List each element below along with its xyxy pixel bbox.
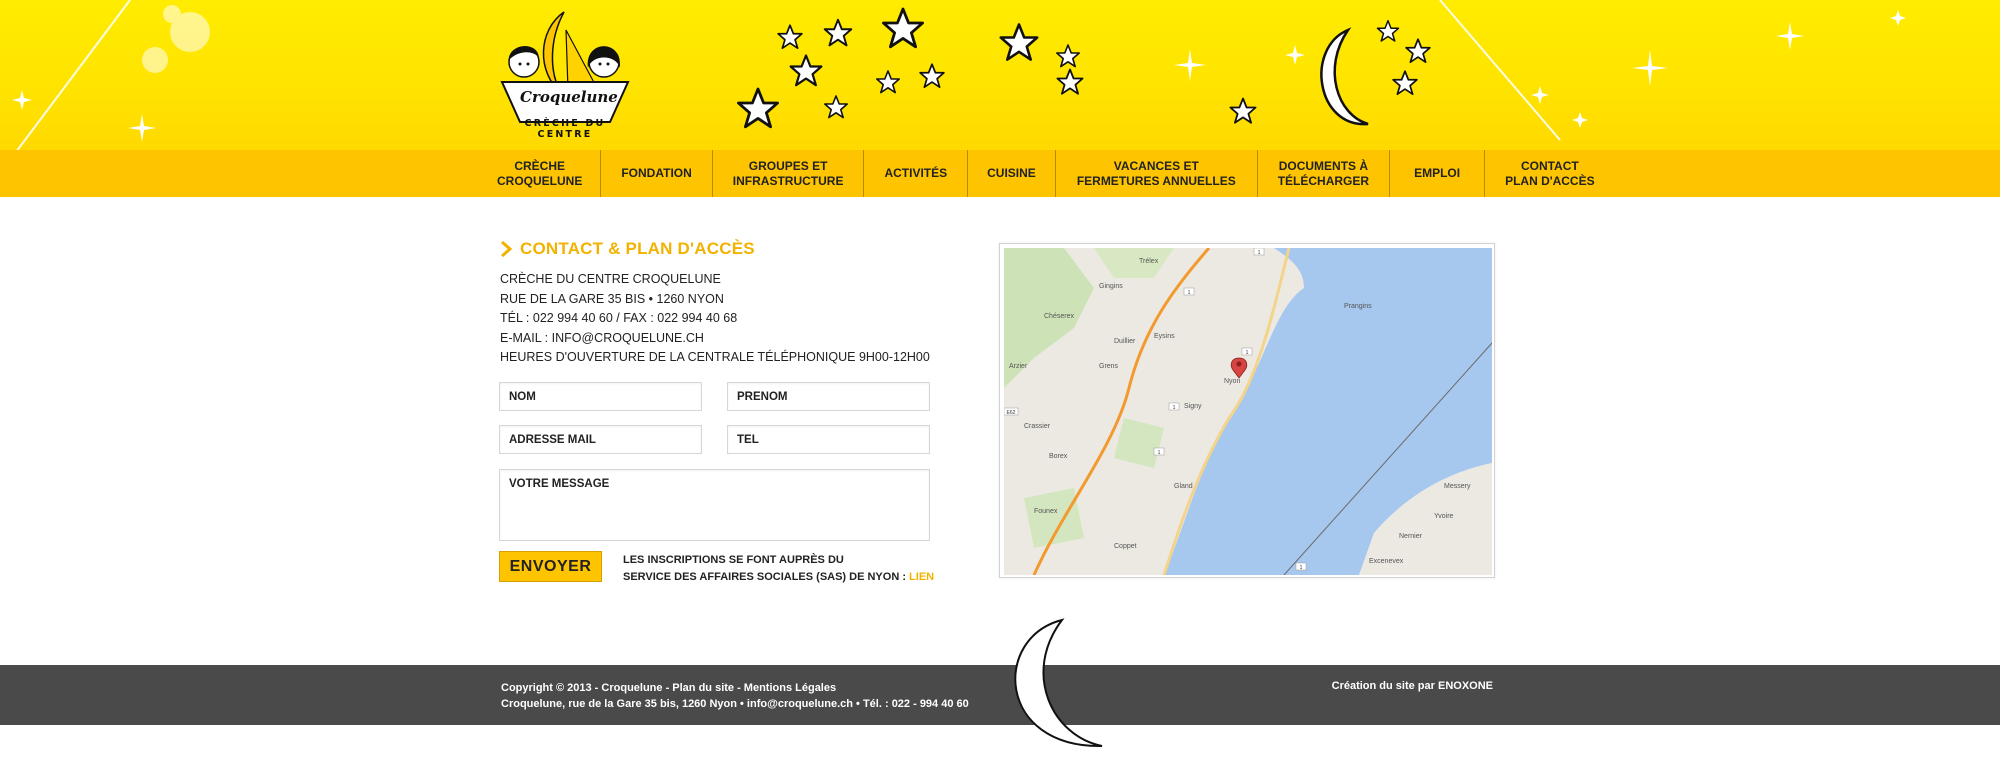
map-label-place: Borex [1049,453,1068,460]
map-label-place: Trélex [1139,258,1159,265]
road-label: 1 [1258,250,1261,256]
contact-address: CRÈCHE DU CENTRE CROQUELUNE RUE DE LA GA… [500,270,930,368]
map-label-place: Yvoire [1434,513,1454,520]
address-line: HEURES D'OUVERTURE DE LA CENTRALE TÉLÉPH… [500,350,930,364]
map-label-place: Excenevex [1369,558,1404,565]
map-label-place: Nernier [1399,533,1423,540]
nav-item-groupes[interactable]: GROUPES ET INFRASTRUCTURE [713,150,865,197]
chevron-right-icon [501,241,513,257]
road-label: 1 [1300,565,1303,571]
map-label-place: Grens [1099,363,1119,370]
tel-field-wrapper [727,425,930,454]
map-label-place: Eysins [1154,333,1175,340]
nav-item-activites[interactable]: ACTIVITÉS [864,150,969,197]
nav-item-label: DOCUMENTS À TÉLÉCHARGER [1277,158,1370,188]
road-label: 1 [1158,450,1161,456]
email-field-wrapper [499,425,702,454]
main-navigation: CRÈCHE CROQUELUNE FONDATION GROUPES ET I… [0,150,2000,197]
nav-item-cuisine[interactable]: CUISINE [968,150,1056,197]
nav-item-emploi[interactable]: EMPLOI [1390,150,1486,197]
nav-item-label: VACANCES ET FERMETURES ANNUELLES [1076,158,1236,188]
nav-item-creche[interactable]: CRÈCHE CROQUELUNE [487,150,602,197]
address-line: E-MAIL : INFO@CROQUELUNE.CH [500,330,704,345]
map-label-place: Coppet [1114,543,1137,550]
address-line: TÉL : 022 994 40 60 / FAX : 022 994 40 6… [500,311,738,325]
nav-item-contact[interactable]: CONTACT PLAN D'ACCÈS [1485,150,1615,197]
page-title: CONTACT & PLAN D'ACCÈS [520,239,755,258]
inscriptions-note: LES INSCRIPTIONS SE FONT AUPRÈS DU SERVI… [623,552,934,585]
footer-address[interactable]: Croquelune, rue de la Gare 35 bis, 1260 … [501,696,969,712]
send-button[interactable]: ENVOYER [499,551,602,582]
road-label: 1 [1246,350,1249,356]
logo-subtitle: CRÈCHE DU CENTRE [524,118,606,140]
inscriptions-line2: SERVICE DES AFFAIRES SOCIALES (SAS) DE N… [623,570,910,583]
nav-item-documents[interactable]: DOCUMENTS À TÉLÉCHARGER [1258,150,1391,197]
address-line: CRÈCHE DU CENTRE CROQUELUNE [500,272,721,286]
nav-item-label: EMPLOI [1414,166,1461,180]
address-line: RUE DE LA GARE 35 BIS • 1260 NYON [500,291,724,306]
nav-item-label: GROUPES ET INFRASTRUCTURE [732,158,844,188]
map-label-place: Founex [1034,508,1058,515]
road-label: 1 [1188,290,1191,296]
nom-input[interactable] [500,383,701,410]
crescent-moon-decoration [1014,618,1103,748]
map-label-place: Chéserex [1044,313,1074,320]
site-footer: Copyright © 2013 - Croquelune - Plan du … [0,665,2000,725]
nav-item-label: CRÈCHE CROQUELUNE [497,158,583,188]
nom-field-wrapper [499,382,702,411]
location-map[interactable]: Nyon Prangins Eysins Signy Duillier Trél… [1004,248,1492,575]
nav-item-label: FONDATION [621,166,692,180]
site-header: Croquelune CRÈCHE DU CENTRE [0,0,2000,150]
nav-item-fondation[interactable]: FONDATION [601,150,713,197]
footer-info: Copyright © 2013 - Croquelune - Plan du … [501,680,969,712]
map-label-place: Signy [1184,403,1202,410]
nav-item-vacances[interactable]: VACANCES ET FERMETURES ANNUELLES [1056,150,1258,197]
nav-item-label: ACTIVITÉS [884,166,948,180]
map-label-place: Messery [1444,483,1471,490]
road-label: E62 [1007,410,1016,416]
nav-item-label: CONTACT PLAN D'ACCÈS [1505,158,1595,188]
road-label: 1 [1173,405,1176,411]
message-textarea[interactable] [500,470,929,540]
footer-credit[interactable]: Création du site par ENOXONE [1332,680,1493,692]
map-label-place: Gingins [1099,283,1123,290]
map-label-place: Arzier [1009,363,1028,370]
map-frame: Nyon Prangins Eysins Signy Duillier Trél… [999,243,1495,578]
nav-item-label: CUISINE [987,166,1036,180]
inscriptions-line1: LES INSCRIPTIONS SE FONT AUPRÈS DU [623,554,844,566]
message-field-wrapper [499,469,930,541]
logo-title: Croquelune [520,88,618,106]
starry-sky-decoration [12,0,1906,150]
prenom-field-wrapper [727,382,930,411]
map-label-place: Duillier [1114,338,1136,345]
prenom-input[interactable] [728,383,929,410]
map-label-place: Gland [1174,483,1193,490]
email-input[interactable] [500,426,701,453]
footer-copyright[interactable]: Copyright © 2013 - Croquelune - Plan du … [501,680,969,696]
page-heading: CONTACT & PLAN D'ACCÈS [500,239,755,259]
sas-link[interactable]: LIEN [909,571,934,583]
map-label-place: Crassier [1024,423,1051,430]
croquelune-logo[interactable] [498,10,632,134]
map-label-place: Prangins [1344,303,1372,310]
tel-input[interactable] [728,426,929,453]
map-label-nyon: Nyon [1224,378,1240,385]
